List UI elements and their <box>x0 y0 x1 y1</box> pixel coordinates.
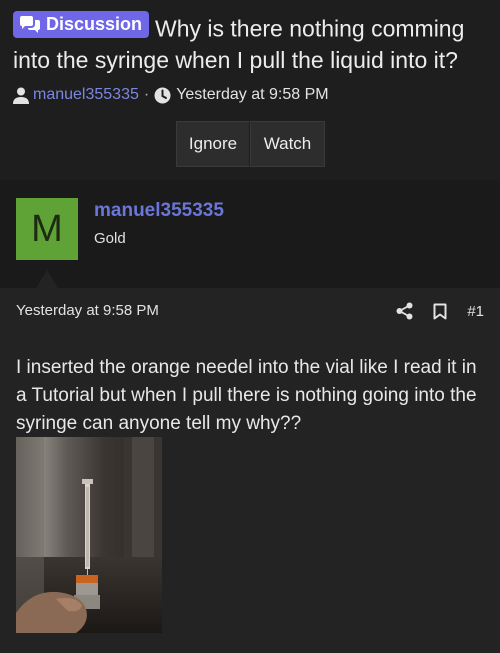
discussion-badge[interactable]: Discussion <box>13 11 150 38</box>
thread-timestamp[interactable]: Yesterday at 9:58 PM <box>176 86 328 104</box>
avatar[interactable]: M <box>16 198 78 260</box>
watch-button[interactable]: Watch <box>250 121 325 167</box>
thread-title-line: Discussion Why is there nothing comming … <box>13 11 491 76</box>
post-message: I inserted the orange needel into the vi… <box>16 357 477 434</box>
post-body-container: Yesterday at 9:58 PM #1 I inserted the o… <box>0 288 500 653</box>
post-number-link[interactable]: #1 <box>467 303 484 320</box>
ignore-button[interactable]: Ignore <box>176 121 250 167</box>
post-actions: #1 <box>376 301 484 321</box>
thread-meta: manuel355335 · Yesterday at 9:58 PM <box>13 84 329 106</box>
post-date[interactable]: Yesterday at 9:58 PM <box>16 302 159 319</box>
share-icon <box>396 302 413 320</box>
post-username[interactable]: manuel355335 <box>94 200 224 222</box>
clock-icon <box>154 87 171 103</box>
thread-action-buttons: Ignore Watch <box>176 121 325 167</box>
share-button[interactable] <box>396 302 413 320</box>
syringe-photo <box>16 437 162 633</box>
user-block-pointer <box>36 270 58 288</box>
thread-header: Discussion Why is there nothing comming … <box>0 0 500 180</box>
user-icon <box>13 87 29 104</box>
badge-label: Discussion <box>46 14 143 34</box>
bookmark-icon <box>433 303 447 319</box>
post-user-block: M manuel355335 Gold <box>0 180 500 288</box>
bookmark-button[interactable] <box>433 303 447 320</box>
thread-author-link[interactable]: manuel355335 <box>33 86 139 104</box>
post-attachment-image[interactable] <box>16 437 162 633</box>
user-rank: Gold <box>94 230 126 247</box>
chat-bubbles-icon <box>20 15 40 33</box>
meta-separator: · <box>143 86 150 103</box>
